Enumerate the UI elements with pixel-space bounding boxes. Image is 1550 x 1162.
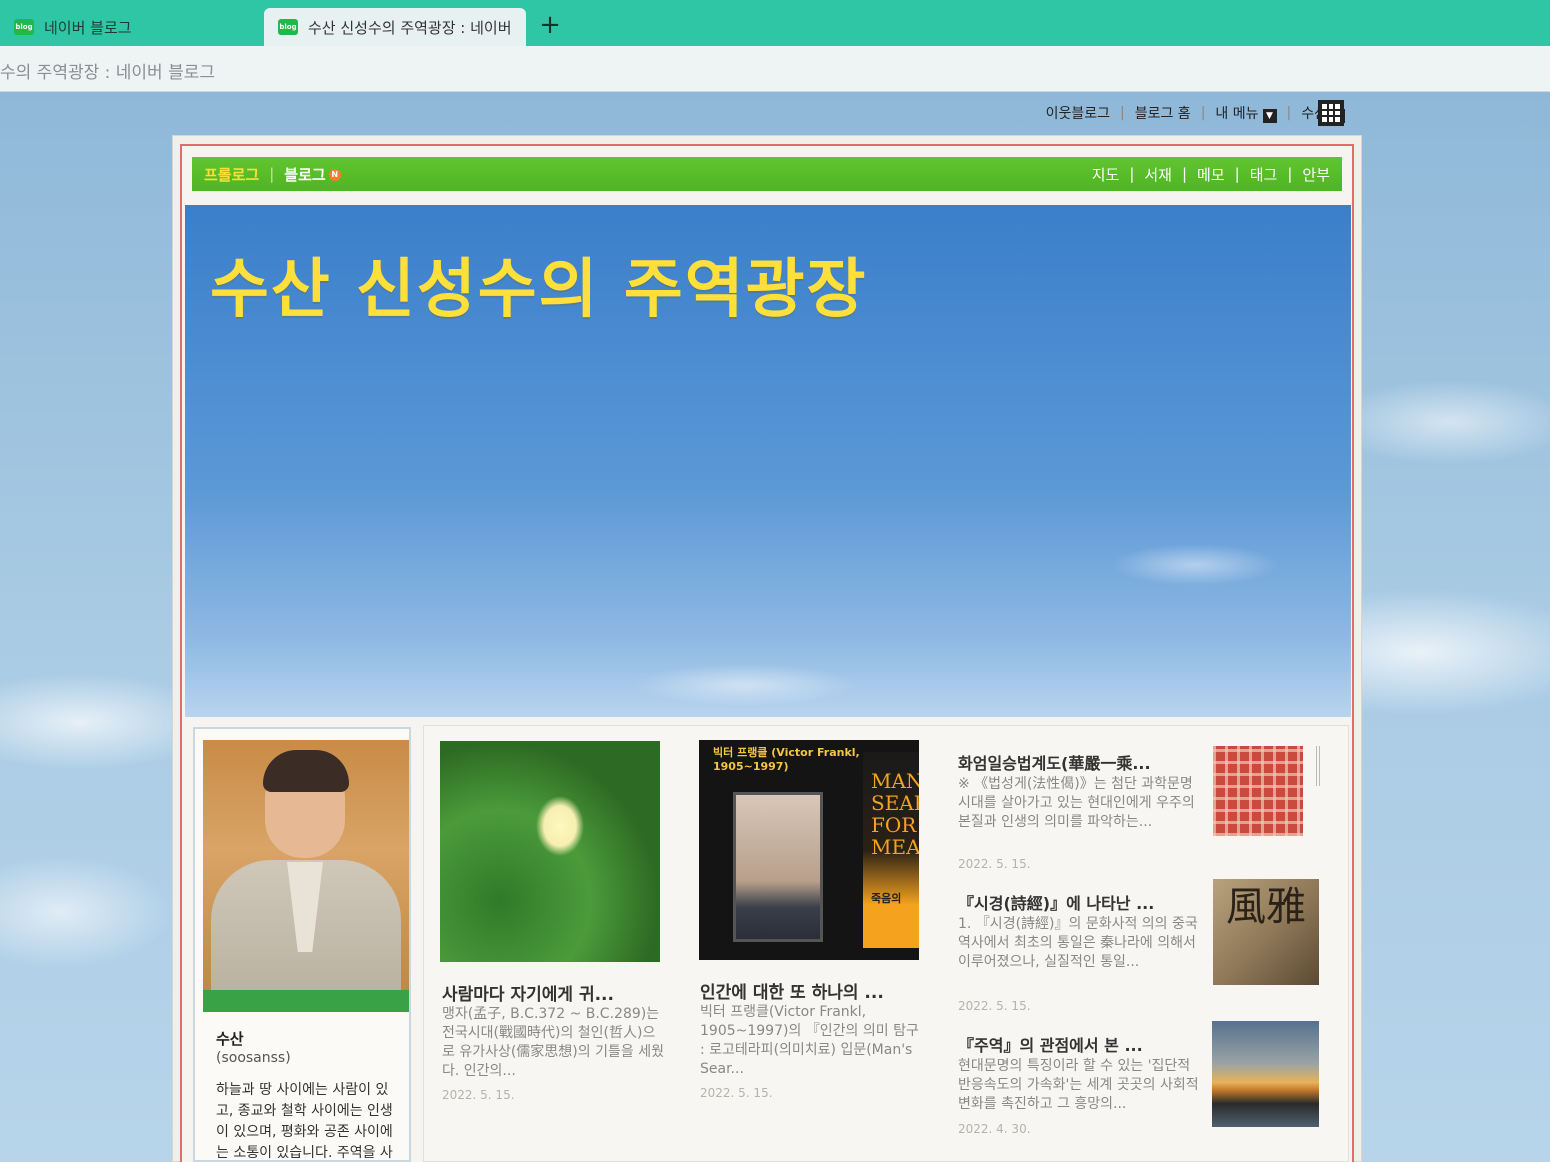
browser-tab-active[interactable]: blog 수산 신성수의 주역광장 : 네이버 [264,8,526,46]
post-date: 2022. 5. 15. [700,1086,773,1100]
address-bar[interactable]: 수의 주역광장 : 네이버 블로그 [0,46,1550,92]
side-post-title[interactable]: 『주역』의 관점에서 본 ... [958,1032,1143,1056]
blog-favicon-icon: blog [14,19,34,35]
menu-prologue[interactable]: 프롤로그 [204,164,259,185]
divider: | [1200,105,1206,121]
side-post-date: 2022. 4. 30. [958,1122,1031,1136]
side-post-thumbnail[interactable] [1213,746,1303,836]
tab-label: 네이버 블로그 [44,18,132,37]
book-korean-title: 죽음의 [871,892,902,905]
menu-library[interactable]: 서재 [1144,164,1172,185]
divider: | [1286,105,1292,121]
side-post-excerpt: ※ 《법성게(法性偈)》는 첨단 과학문명 시대를 살아가고 있는 현대인에게 … [958,776,1195,830]
side-post-excerpt: 1. 『시경(詩經)』의 문화사적 의의 중국 역사에서 최초의 통일은 秦나라… [958,916,1198,970]
side-post-thumbnail[interactable] [1212,1021,1319,1127]
side-post-thumbnail[interactable]: 風雅 [1213,879,1319,985]
book-cover: MAN'S SEARCH FOR MEANING 죽음의 [863,752,919,948]
tab-label: 수산 신성수의 주역광장 : 네이버 [308,18,512,37]
menu-blog-label: 블로그 [284,165,326,184]
side-post-excerpt: 현대문명의 특징이라 할 수 있는 '집단적 반응속도의 가속화'는 세계 곳곳… [958,1058,1199,1112]
divider: | [269,165,275,183]
divider: | [1181,165,1188,183]
post-date: 2022. 5. 15. [442,1088,515,1102]
scrollbar[interactable] [1316,746,1320,786]
my-menu-label: 내 메뉴 [1215,106,1259,122]
menu-memo[interactable]: 메모 [1197,164,1225,185]
new-badge: N [328,169,341,181]
blog-top-links: 이웃블로그 | 블로그 홈 | 내 메뉴▼ | 수산▼ [1046,100,1345,126]
blog-title[interactable]: 수산 신성수의 주역광장 [210,238,867,330]
my-menu-link[interactable]: 내 메뉴 ▼ [1215,103,1277,123]
profile-name: 수산 [216,1030,244,1048]
neighbor-blog-link[interactable]: 이웃블로그 [1046,103,1110,123]
new-tab-button[interactable]: + [536,10,564,40]
side-post-date: 2022. 5. 15. [958,999,1031,1013]
post-title[interactable]: 인간에 대한 또 하나의 ... [700,978,884,1003]
book-cover-title: MAN'S SEARCH FOR MEANING [871,769,919,859]
post-excerpt: 맹자(孟子, B.C.372 ~ B.C.289)는 전국시대(戰國時代)의 철… [442,1006,664,1079]
post-title[interactable]: 사람마다 자기에게 귀... [442,980,614,1005]
menu-blog[interactable]: 블로그 N [284,164,341,185]
menu-tag[interactable]: 태그 [1250,164,1278,185]
post-excerpt: 빅터 프랭클(Victor Frankl, 1905~1997)의 『인간의 의… [700,1004,919,1077]
divider: | [1120,105,1125,121]
blog-menu-bar: 프롤로그 | 블로그 N 지도 | 서재 | 메모 | 태그 | 안부 [192,157,1342,191]
menu-map[interactable]: 지도 [1092,164,1120,185]
side-post-date: 2022. 5. 15. [958,857,1031,871]
menu-guestbook[interactable]: 안부 [1302,164,1330,185]
browser-tab-bar: blog 네이버 블로그 blog 수산 신성수의 주역광장 : 네이버 + [0,0,1550,46]
divider: | [1234,165,1240,183]
blog-favicon-icon: blog [278,19,298,35]
side-post-title[interactable]: 『시경(詩經)』에 나타난 ... [958,890,1154,914]
address-text: 수의 주역광장 : 네이버 블로그 [0,63,216,83]
divider: | [1129,165,1135,183]
blog-home-link[interactable]: 블로그 홈 [1135,103,1191,123]
thumbnail-caption: 빅터 프랭클 (Victor Frankl, 1905~1997) [713,746,860,773]
profile-description: 하늘과 땅 사이에는 사람이 있고, 종교와 철학 사이에는 인생이 있으며, … [216,1082,393,1161]
side-post-title[interactable]: 화엄일승법계도(華嚴一乘... [958,750,1151,774]
divider: | [1287,165,1293,183]
portrait-image [733,792,823,942]
post-thumbnail-lotus[interactable] [440,741,660,962]
chevron-down-icon: ▼ [1262,109,1277,123]
profile-photo[interactable] [203,740,409,1012]
app-grid-icon[interactable] [1318,100,1344,126]
post-thumbnail-frankl[interactable]: 빅터 프랭클 (Victor Frankl, 1905~1997) MAN'S … [699,740,919,960]
profile-id: (soosanss) [216,1050,291,1066]
browser-tab[interactable]: blog 네이버 블로그 [0,8,262,46]
